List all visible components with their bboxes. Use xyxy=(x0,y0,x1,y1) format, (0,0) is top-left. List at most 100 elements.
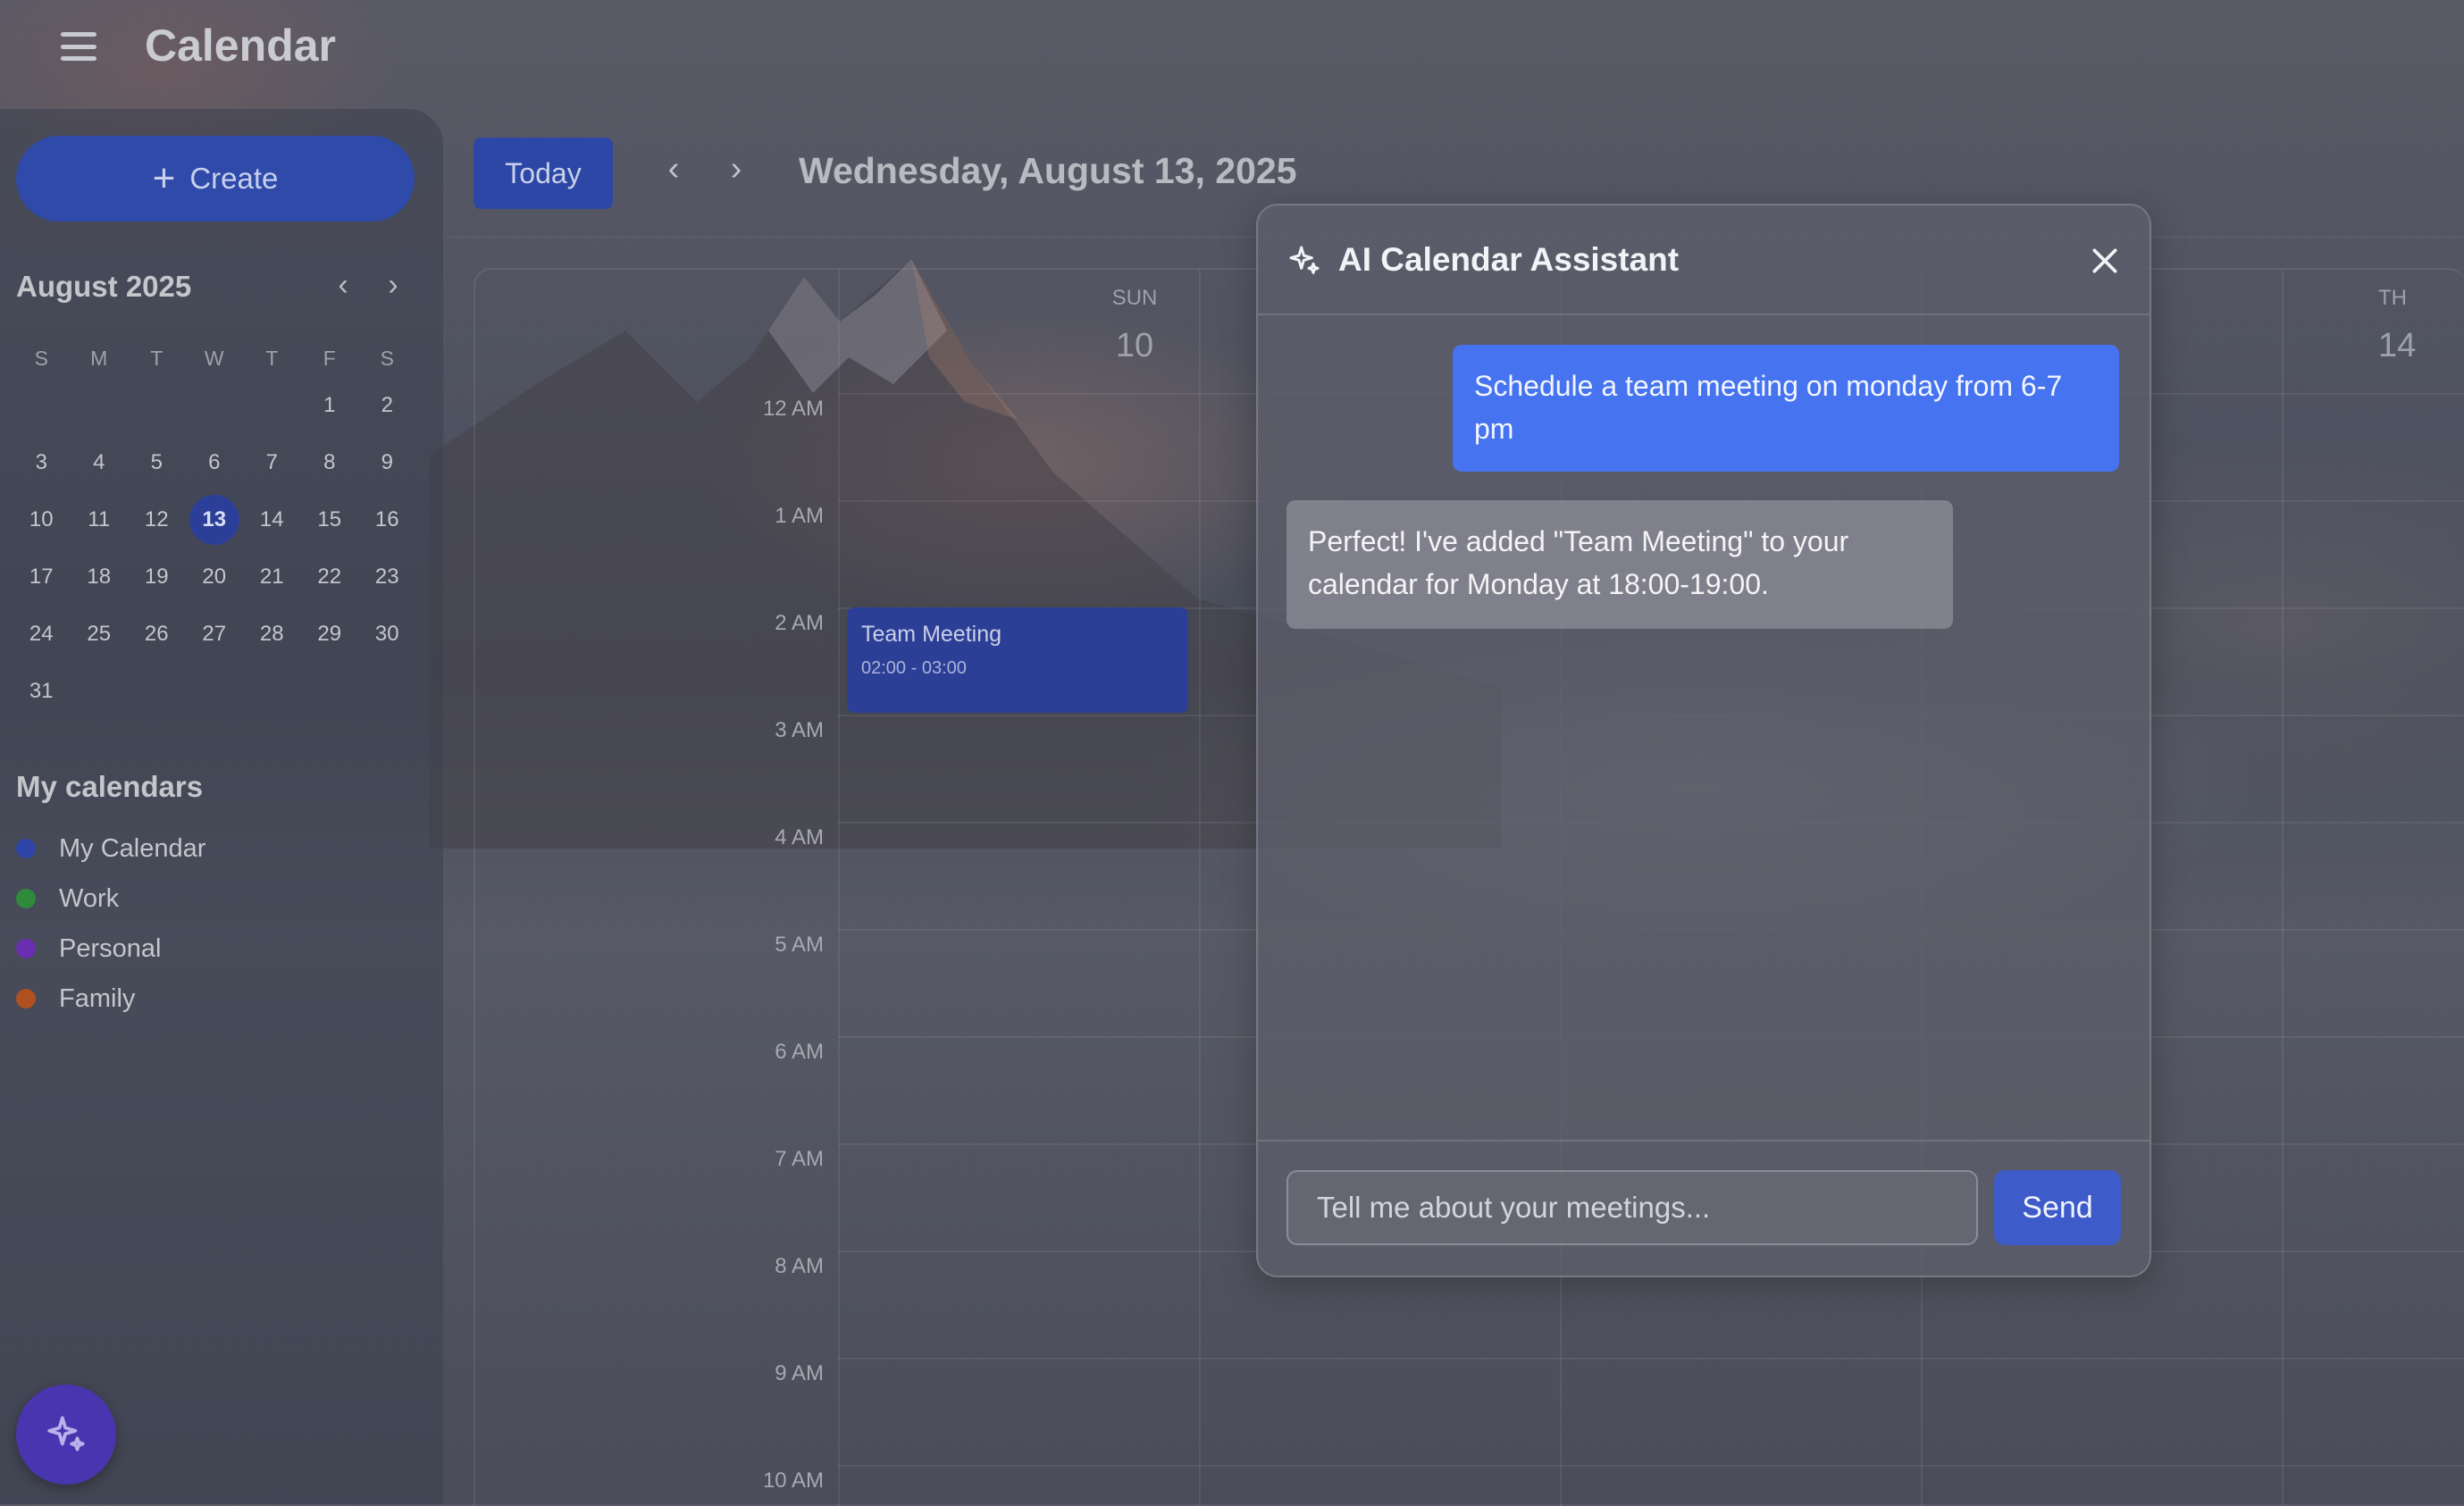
weekday-label: S xyxy=(34,346,48,370)
calendar-item[interactable]: Work xyxy=(16,874,205,924)
mini-calendar-day[interactable]: 15 xyxy=(305,495,355,545)
menu-icon[interactable] xyxy=(54,27,104,66)
mini-calendar-day-selected[interactable]: 13 xyxy=(189,495,239,545)
mini-calendar-cell: 17 xyxy=(13,552,71,602)
mini-calendar-title: August 2025 xyxy=(16,270,192,303)
mini-calendar-day[interactable]: 7 xyxy=(247,438,297,488)
weekday-header-row: SMTWTFS xyxy=(13,339,427,377)
mini-calendar-day[interactable]: 30 xyxy=(362,609,412,659)
mini-calendar-cell: 10 xyxy=(13,495,71,545)
mini-calendar-day[interactable]: 2 xyxy=(362,381,412,431)
prev-period-icon[interactable]: ‹ xyxy=(656,150,691,195)
mini-calendar-cell: 11 xyxy=(71,495,129,545)
mini-calendar-cell: 5 xyxy=(128,438,186,488)
mini-calendar-cell: 30 xyxy=(358,609,416,659)
day-header-num: 14 xyxy=(2378,327,2417,364)
day-header-dow: TH xyxy=(2378,286,2407,310)
mini-calendar-day[interactable]: 21 xyxy=(247,552,297,602)
event-title: Team Meeting xyxy=(861,622,1002,647)
mini-calendar-day[interactable]: 5 xyxy=(131,438,181,488)
mini-calendar-day[interactable]: 6 xyxy=(189,438,239,488)
hour-label: 9 AM xyxy=(775,1361,824,1385)
my-calendars-title: My calendars xyxy=(16,770,204,803)
weekday-label: M xyxy=(90,346,108,370)
mini-calendar-cell: 19 xyxy=(128,552,186,602)
mini-calendar-cell: 12 xyxy=(128,495,186,545)
calendar-item[interactable]: Family xyxy=(16,974,205,1024)
calendar-list: My Calendar Work Personal Family xyxy=(16,824,205,1024)
mini-calendar-week: 17 18 19 20 21 22 23 xyxy=(13,548,427,606)
calendar-color-dot xyxy=(16,839,36,858)
mini-calendar-day[interactable]: 1 xyxy=(305,381,355,431)
mini-calendar-cell: 23 xyxy=(358,552,416,602)
calendar-item[interactable]: Personal xyxy=(16,924,205,974)
mini-calendar-cell: 25 xyxy=(71,609,129,659)
mini-calendar-cell: 3 xyxy=(13,438,71,488)
mini-calendar-day[interactable]: 29 xyxy=(305,609,355,659)
calendar-item[interactable]: My Calendar xyxy=(16,824,205,874)
mini-calendar-week: 10 11 12 13 14 15 16 xyxy=(13,491,427,548)
mini-calendar-day[interactable]: 3 xyxy=(16,438,66,488)
mini-calendar-cell: 13 xyxy=(186,495,244,545)
mini-calendar-day[interactable]: 28 xyxy=(247,609,297,659)
mini-calendar-day[interactable]: 23 xyxy=(362,552,412,602)
mini-calendar-cell: 9 xyxy=(358,438,416,488)
mini-calendar-day[interactable]: 22 xyxy=(305,552,355,602)
mini-calendar-day[interactable]: 9 xyxy=(362,438,412,488)
mini-calendar-cell: 4 xyxy=(71,438,129,488)
send-button[interactable]: Send xyxy=(1994,1170,2121,1245)
event-team-meeting[interactable]: Team Meeting 02:00 - 03:00 xyxy=(847,607,1188,713)
mini-calendar-day[interactable]: 27 xyxy=(189,609,239,659)
ai-assistant-button[interactable] xyxy=(16,1385,116,1485)
hour-gridline xyxy=(838,1358,2464,1360)
mini-calendar-day[interactable]: 19 xyxy=(131,552,181,602)
mini-calendar-day[interactable]: 24 xyxy=(16,609,66,659)
mini-calendar-day[interactable]: 26 xyxy=(131,609,181,659)
create-button-label: Create xyxy=(189,162,279,195)
event-time: 02:00 - 03:00 xyxy=(861,658,967,678)
mini-calendar-day[interactable]: 10 xyxy=(16,495,66,545)
mini-calendar-prev-icon[interactable]: ‹ xyxy=(327,268,359,304)
mini-calendar-day[interactable]: 18 xyxy=(74,552,124,602)
close-icon[interactable] xyxy=(2087,243,2123,279)
sparkle-icon xyxy=(1289,246,1320,274)
hour-label: 10 AM xyxy=(762,1468,824,1493)
mini-calendar-day[interactable]: 25 xyxy=(74,609,124,659)
next-period-icon[interactable]: › xyxy=(718,150,754,195)
mini-calendar-cell: 6 xyxy=(186,438,244,488)
assistant-message: Perfect! I've added "Team Meeting" to yo… xyxy=(1286,500,1953,629)
mini-calendar-day[interactable]: 11 xyxy=(74,495,124,545)
mini-calendar-cell: 15 xyxy=(301,495,359,545)
hour-label: 1 AM xyxy=(775,504,824,528)
chat-input[interactable] xyxy=(1286,1170,1978,1245)
hour-label: 6 AM xyxy=(775,1040,824,1064)
calendar-item-label: My Calendar xyxy=(59,833,206,863)
hour-label: 2 AM xyxy=(775,611,824,635)
mini-calendar-cell: 24 xyxy=(13,609,71,659)
calendar-item-label: Work xyxy=(59,883,120,913)
mini-calendar-day[interactable]: 12 xyxy=(131,495,181,545)
mini-calendar-day[interactable]: 31 xyxy=(16,666,66,716)
mini-calendar-day[interactable]: 16 xyxy=(362,495,412,545)
hour-label: 4 AM xyxy=(775,825,824,849)
day-column-divider xyxy=(1199,270,1201,1506)
hour-label: 3 AM xyxy=(775,718,824,742)
mini-calendar-cell: 26 xyxy=(128,609,186,659)
today-button[interactable]: Today xyxy=(474,138,613,209)
weekday-label: W xyxy=(204,346,224,370)
mini-calendar-cell: 22 xyxy=(301,552,359,602)
hour-label: 7 AM xyxy=(775,1147,824,1171)
app-title: Calendar xyxy=(145,21,336,71)
mini-calendar-cell: 16 xyxy=(358,495,416,545)
mini-calendar-day[interactable]: 8 xyxy=(305,438,355,488)
mini-calendar-day[interactable]: 17 xyxy=(16,552,66,602)
day-column-divider xyxy=(838,270,840,1506)
mini-calendar-day[interactable]: 14 xyxy=(247,495,297,545)
mini-calendar-next-icon[interactable]: › xyxy=(377,268,409,304)
mini-calendar-cell: 31 xyxy=(13,666,71,716)
create-button[interactable]: + Create xyxy=(16,136,415,222)
mini-calendar-cell: 14 xyxy=(243,495,301,545)
mini-calendar-day[interactable]: 20 xyxy=(189,552,239,602)
mini-calendar-day[interactable]: 4 xyxy=(74,438,124,488)
calendar-color-dot xyxy=(16,889,36,908)
